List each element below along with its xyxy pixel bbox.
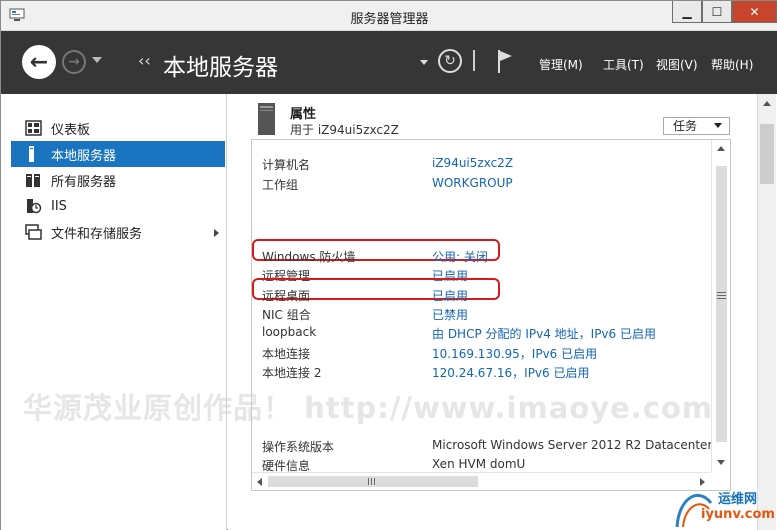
server-manager-window: 服务器管理器 ▁ ☐ ✕ ← → ‹‹ 本地服务器 ↻ 管理(M) 工具(T) …	[0, 0, 777, 530]
sidebar-item-local-server[interactable]: 本地服务器	[11, 141, 225, 167]
prop-label-computer-name: 计算机名	[262, 158, 311, 172]
prop-label-firewall: Windows 防火墙	[262, 250, 356, 264]
forward-button[interactable]: →	[62, 50, 86, 74]
prop-label-workgroup: 工作组	[262, 178, 299, 192]
sidebar-item-all-servers[interactable]: 所有服务器	[11, 167, 225, 193]
back-button[interactable]: ←	[22, 45, 56, 79]
title-bar: 服务器管理器 ▁ ☐ ✕	[1, 1, 777, 31]
sidebar: 仪表板 本地服务器 所有服务器 IIS 文件和存储服务	[1, 94, 227, 530]
prop-label-loopback: loopback	[262, 325, 317, 339]
main-vertical-scrollbar[interactable]	[757, 94, 776, 530]
properties-title: 属性	[290, 107, 317, 122]
properties-pane: 属性 用于 iZ94ui5zxc2Z 任务 计算机名 iZ94ui5zxc2Z …	[228, 94, 777, 530]
grip-icon	[717, 292, 726, 293]
properties-vertical-scrollbar[interactable]	[711, 140, 730, 472]
scroll-down-icon[interactable]	[717, 460, 725, 465]
sidebar-item-label: 仪表板	[51, 122, 91, 138]
minimize-button[interactable]: ▁	[672, 1, 702, 23]
prop-value-nic-teaming[interactable]: 已禁用	[432, 306, 468, 323]
notifications-flag-icon[interactable]	[496, 48, 514, 74]
properties-subtitle: 用于 iZ94ui5zxc2Z	[290, 123, 399, 137]
tasks-label: 任务	[673, 119, 698, 133]
sidebar-item-dashboard[interactable]: 仪表板	[11, 115, 225, 141]
prop-label-local-connection: 本地连接	[262, 347, 311, 361]
prop-value-loopback[interactable]: 由 DHCP 分配的 IPv4 地址，IPv6 已启用	[432, 325, 656, 342]
prop-value-workgroup[interactable]: WORKGROUP	[432, 176, 513, 190]
sidebar-item-label: 所有服务器	[51, 174, 117, 190]
dashboard-icon	[25, 120, 42, 136]
sidebar-item-label: IIS	[51, 198, 67, 214]
prop-label-local-connection-2: 本地连接 2	[262, 366, 322, 380]
refresh-button[interactable]: ↻	[438, 49, 462, 73]
close-button[interactable]: ✕	[732, 1, 777, 23]
scroll-left-icon[interactable]	[257, 478, 262, 486]
file-storage-icon	[25, 224, 42, 240]
menu-help[interactable]: 帮助(H)	[711, 56, 753, 73]
prop-value-computer-name[interactable]: iZ94ui5zxc2Z	[432, 156, 513, 170]
breadcrumb-dropdown-icon[interactable]	[420, 60, 428, 65]
breadcrumb-separator: ‹‹	[138, 51, 151, 70]
sidebar-item-label: 本地服务器	[51, 148, 117, 164]
tasks-dropdown[interactable]: 任务	[663, 117, 730, 135]
scroll-thumb[interactable]	[760, 124, 774, 184]
prop-value-os-version: Microsoft Windows Server 2012 R2 Datacen…	[432, 438, 713, 452]
prop-label-remote-desktop: 远程桌面	[262, 289, 311, 303]
iis-icon	[27, 199, 42, 214]
prop-value-firewall[interactable]: 公用: 关闭	[432, 248, 488, 265]
history-dropdown-icon[interactable]	[92, 57, 102, 63]
toolbar: ← → ‹‹ 本地服务器 ↻ 管理(M) 工具(T) 视图(V) 帮助(H)	[1, 31, 777, 94]
sidebar-item-file-storage[interactable]: 文件和存储服务	[11, 219, 225, 245]
scroll-up-icon[interactable]	[717, 146, 725, 151]
maximize-button[interactable]: ☐	[702, 1, 732, 23]
scroll-thumb[interactable]	[268, 476, 478, 487]
properties-list: 计算机名 iZ94ui5zxc2Z 工作组 WORKGROUP Windows …	[251, 139, 731, 491]
site-name: 运维网	[718, 492, 758, 507]
server-icon	[258, 103, 275, 135]
sidebar-item-label: 文件和存储服务	[51, 226, 143, 242]
chevron-right-icon[interactable]	[214, 229, 219, 237]
prop-value-local-connection-2[interactable]: 120.24.67.16，IPv6 已启用	[432, 364, 589, 381]
menu-manage[interactable]: 管理(M)	[539, 56, 583, 73]
watermark-text: 华源茂业原创作品！ http://www.imaoye.com	[23, 391, 714, 425]
prop-value-remote-desktop[interactable]: 已启用	[432, 287, 468, 304]
prop-value-hardware: Xen HVM domU	[432, 457, 526, 471]
chevron-down-icon	[714, 123, 722, 128]
all-servers-icon	[26, 174, 40, 187]
grip-icon	[368, 478, 369, 485]
scroll-thumb[interactable]	[716, 166, 727, 442]
sidebar-item-iis[interactable]: IIS	[11, 193, 225, 219]
local-server-icon	[29, 146, 34, 162]
site-url: iyunv.com	[701, 507, 775, 522]
breadcrumb-title: 本地服务器	[163, 55, 278, 81]
menu-tools[interactable]: 工具(T)	[603, 56, 644, 73]
properties-horizontal-scrollbar[interactable]	[252, 472, 711, 490]
prop-label-os-version: 操作系统版本	[262, 440, 335, 454]
prop-label-nic-teaming: NIC 组合	[262, 308, 311, 322]
menu-view[interactable]: 视图(V)	[656, 56, 698, 73]
toolbar-divider	[473, 50, 475, 71]
prop-value-local-connection[interactable]: 10.169.130.95，IPv6 已启用	[432, 345, 597, 362]
window-title: 服务器管理器	[350, 12, 429, 27]
scroll-up-icon[interactable]	[763, 101, 771, 106]
